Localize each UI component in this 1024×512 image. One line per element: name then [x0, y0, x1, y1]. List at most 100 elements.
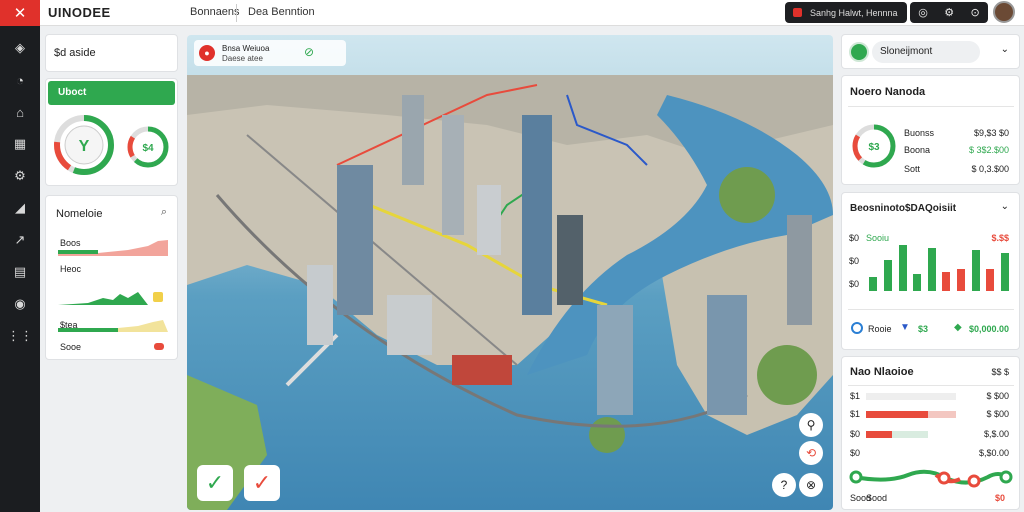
chart-bar	[942, 271, 951, 291]
metrics-card: Nomeloie ⌕ Boos Heoc $tea Sooe	[45, 195, 178, 360]
globe-icon[interactable]: ◉	[0, 288, 40, 320]
list-row-label: $1	[850, 409, 861, 419]
metric-label: Heoc	[60, 264, 82, 274]
sidebar-rail: ✕ ◈ ◔ ⌂ ▦ ⚙ ◢ ↗ ▤ ◉ ⋮⋮	[0, 0, 40, 512]
map-info-overlay[interactable]: ● Bnsa Weiuoa Daese atee ⊘	[194, 40, 346, 66]
summary-row-value: $ 3$2.$00	[968, 145, 1009, 155]
metric-spark-3	[58, 320, 168, 332]
chart-bar	[913, 274, 922, 291]
info-icon	[851, 322, 863, 334]
city-map[interactable]: ● Bnsa Weiuoa Daese atee ⊘ ✓ ✓ ⚲ ⟲ ? ⊗	[187, 35, 833, 510]
tools-icon[interactable]: ⚙	[0, 160, 40, 192]
gauge-card: Uboct Y $4	[45, 78, 178, 186]
search-icon[interactable]: ⌕	[161, 206, 167, 219]
list-row-bar-rest	[928, 411, 956, 418]
compass-icon[interactable]: ◈	[0, 32, 40, 64]
avatar[interactable]	[993, 1, 1015, 23]
tab-dea-benntion[interactable]: Dea Benntion	[248, 6, 315, 18]
leaf-icon: ◆	[954, 322, 962, 333]
chart-bar	[986, 269, 995, 291]
summary-gauge-label: $3	[868, 142, 880, 153]
grid-icon[interactable]: ⋮⋮	[0, 320, 40, 352]
summary-title: Noero Nanoda	[850, 86, 926, 98]
summary-row-label: Boona	[904, 145, 931, 155]
confirm-check-icon[interactable]: ✓	[197, 465, 233, 501]
list-row-value: $,$.00	[983, 429, 1009, 439]
list-row-track	[866, 393, 956, 400]
big-gauge-label: Y	[79, 138, 90, 155]
trend-icon[interactable]: ↗	[0, 224, 40, 256]
link-icon[interactable]: ⚲	[799, 413, 823, 437]
list-row-value: $,$0.00	[978, 448, 1009, 458]
left-header-card: $d aside	[45, 34, 178, 72]
bar-chart-plot	[866, 243, 1012, 291]
summary-row-label: Sott	[904, 164, 921, 174]
bar-chart-title: Beosninoto$DAQoisiit	[850, 203, 957, 214]
list-row-value: $ $00	[986, 391, 1009, 401]
big-gauge: Y	[54, 115, 114, 175]
tab-bonnaens[interactable]: Bonnaens	[190, 6, 240, 18]
profile-label: Sloneijmont	[880, 46, 933, 57]
list-card: Nao Nlaoioe $$ $ $1 $ $00 $1 $ $00 $0 $,…	[841, 356, 1020, 510]
profile-pill: Sloneijmont	[872, 41, 980, 63]
profile-card[interactable]: Sloneijmont ⌄	[841, 34, 1020, 69]
search-icon	[793, 8, 802, 17]
toolbar-icons: ◎ ⚙ ⊙	[910, 2, 988, 23]
chart-icon[interactable]: ◢	[0, 192, 40, 224]
list-card-title: Nao Nlaoioe	[850, 366, 914, 378]
list-row-bar-rest	[892, 431, 928, 438]
bar-chart-footer-value: $0,000.00	[968, 324, 1009, 334]
bell-icon[interactable]: ⊙	[971, 6, 980, 19]
search-box[interactable]: Sanhg Halwt, Hennna	[785, 2, 907, 23]
help-icon[interactable]: ?	[772, 473, 796, 497]
list-row-bar	[866, 411, 928, 418]
avatar	[849, 42, 869, 62]
list-row-label: $1	[850, 391, 861, 401]
small-gauge-label: $4	[142, 143, 154, 154]
brand-name: UINODEE	[48, 5, 111, 20]
map-illustration	[187, 75, 833, 510]
green-tab[interactable]: Uboct	[48, 81, 175, 105]
chart-bar	[956, 269, 965, 291]
chart-bar	[971, 250, 980, 291]
city-icon[interactable]: ▦	[0, 128, 40, 160]
close-icon[interactable]: ⊗	[799, 473, 823, 497]
divider	[848, 106, 1014, 107]
flag-check-icon[interactable]: ✓	[244, 465, 280, 501]
list-footer-value: $0	[994, 493, 1005, 503]
report-icon[interactable]: ▤	[0, 256, 40, 288]
chart-bar	[869, 276, 878, 291]
overlay-title: Bnsa Weiuoa	[222, 44, 270, 53]
metric-spark-2	[58, 292, 163, 305]
bar-chart-footer-count: $3	[918, 324, 929, 334]
info-icon[interactable]: ◎	[918, 6, 928, 19]
overlay-subtitle: Daese atee	[222, 54, 263, 63]
buildings-icon[interactable]: ⌂	[0, 96, 40, 128]
list-row-bar	[866, 431, 892, 438]
chart-bar	[927, 247, 936, 291]
metrics-title: Nomeloie	[56, 208, 103, 220]
chevron-down-icon[interactable]: ⌄	[1001, 201, 1009, 212]
y-tick-label: $0	[849, 256, 860, 266]
arrow-down-icon: ▼	[900, 322, 910, 333]
small-gauge: $4	[127, 126, 169, 168]
list-row-label: $0	[850, 448, 861, 458]
route-icon[interactable]: ⟲	[799, 441, 823, 465]
y-tick-label: $0	[849, 279, 860, 289]
chevron-down-icon[interactable]: ⌄	[1001, 44, 1009, 55]
trend-line	[849, 469, 1013, 488]
app-logo-icon[interactable]: ✕	[0, 0, 40, 26]
chart-bar	[1000, 252, 1009, 291]
location-icon: ●	[199, 45, 215, 61]
list-row-value: $ $00	[986, 409, 1009, 419]
chart-bar	[883, 259, 892, 291]
summary-row-label: Buonss	[904, 128, 935, 138]
metric-spark-1	[58, 240, 168, 256]
y-tick-label: $0	[849, 233, 860, 243]
expand-icon[interactable]: ⊘	[304, 45, 314, 59]
bar-chart-left-label: Sooiu	[866, 233, 890, 243]
list-footer-label: Sood	[866, 493, 888, 503]
settings-icon[interactable]: ⚙	[944, 6, 954, 19]
top-bar: UINODEE Bonnaens Dea Benntion Sanhg Halw…	[40, 0, 1024, 26]
gauge-icon[interactable]: ◔	[0, 64, 40, 96]
